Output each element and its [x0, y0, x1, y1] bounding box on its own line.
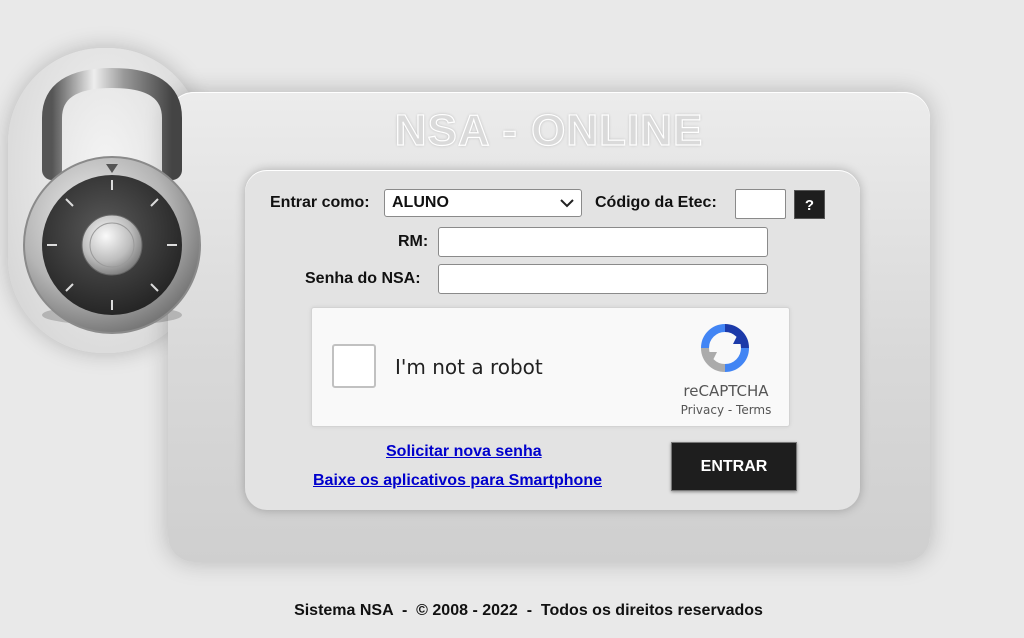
recaptcha-checkbox[interactable]: [332, 344, 376, 388]
padlock-icon: [23, 67, 201, 334]
request-new-password-link[interactable]: Solicitar nova senha: [386, 443, 542, 461]
etec-code-label: Código da Etec:: [595, 194, 717, 211]
recaptcha-privacy-link[interactable]: Privacy: [681, 403, 724, 417]
login-page: NSA - ONLINE Entrar como: ALUNO Código d…: [0, 0, 1024, 638]
rm-input[interactable]: [438, 227, 768, 257]
footer-copyright: Sistema NSA - © 2008 - 2022 - Todos os d…: [294, 602, 763, 619]
recaptcha-label: I'm not a robot: [395, 355, 543, 379]
download-apps-link[interactable]: Baixe os aplicativos para Smartphone: [313, 472, 602, 490]
recaptcha-separator: -: [724, 403, 737, 417]
recaptcha-widget: I'm not a robot reCAPTCHA Privacy - Term…: [311, 307, 790, 427]
chevron-down-icon: [560, 199, 574, 208]
submit-button[interactable]: ENTRAR: [671, 442, 797, 491]
password-label: Senha do NSA:: [305, 270, 421, 287]
recaptcha-links: Privacy - Terms: [668, 403, 784, 417]
role-select-value: ALUNO: [392, 194, 449, 211]
help-button[interactable]: ?: [794, 190, 825, 219]
app-title: NSA - ONLINE: [394, 105, 704, 155]
role-select[interactable]: ALUNO: [384, 189, 582, 217]
rm-label: RM:: [398, 233, 429, 250]
role-label: Entrar como:: [270, 194, 370, 211]
etec-code-input[interactable]: [735, 189, 786, 219]
recaptcha-terms-link[interactable]: Terms: [736, 403, 771, 417]
recaptcha-brand: reCAPTCHA: [683, 382, 769, 400]
password-input[interactable]: [438, 264, 768, 294]
recaptcha-logo-icon: [701, 324, 749, 372]
